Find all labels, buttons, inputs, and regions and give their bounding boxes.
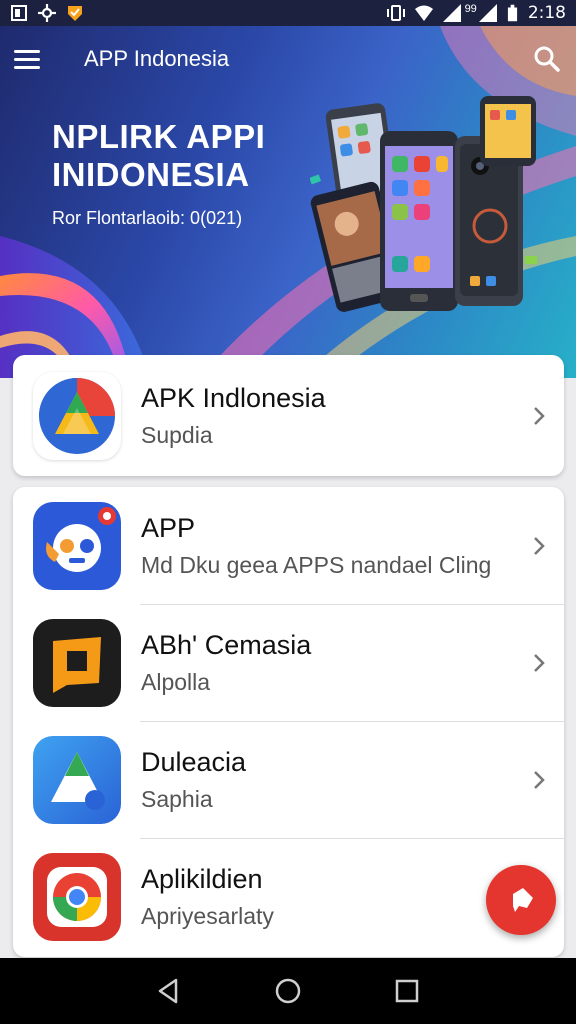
app-bar: APP Indonesia [0, 26, 576, 92]
app-subtitle-3: Saphia [141, 785, 213, 812]
recents-square-icon[interactable] [390, 974, 424, 1008]
app-title-1: APP [141, 512, 196, 543]
floating-action-button[interactable] [486, 865, 556, 935]
phones-illustration [310, 96, 537, 312]
orange-square-icon [33, 618, 121, 707]
shield-icon [68, 6, 82, 21]
status-right: 99 2:18 [386, 3, 566, 23]
app-subtitle-1: Md Dku geea APPS nandael Cling [141, 551, 492, 578]
vibrate-icon [386, 5, 405, 21]
hero-subtitle: Ror Flontarlaoib: 0(021) [52, 208, 243, 228]
wifi-icon [414, 5, 433, 21]
featured-app-subtitle: Supdia [141, 421, 213, 448]
app-text: APP Md Dku geea APPS nandael Cling [141, 487, 491, 604]
app-list-card: APP Md Dku geea APPS nandael Cling ABh' … [13, 487, 564, 957]
hero-title: NPLIRK APPI INIDONESIA [52, 118, 265, 195]
app-text: ABh' Cemasia Alpolla [141, 604, 311, 721]
app-text: Duleacia Saphia [141, 721, 246, 838]
system-nav-bar [0, 958, 576, 1024]
battery-icon [507, 4, 517, 22]
app-subtitle-2: Alpolla [141, 668, 211, 695]
app-list-row[interactable]: ABh' Cemasia Alpolla [13, 604, 564, 721]
blue-chat-bot-icon [33, 501, 121, 590]
blue-triangle-icon [33, 735, 121, 824]
pin-icon [513, 888, 533, 912]
app-text: Aplikildien Apriyesarlaty [141, 838, 274, 955]
hero-title-line2: INIDONESIA [52, 156, 250, 194]
chevron-right-icon [534, 406, 545, 425]
app-title-4: Aplikildien [141, 863, 263, 894]
app-list-row[interactable]: Aplikildien Apriyesarlaty [13, 838, 564, 955]
signal-icon [442, 4, 461, 22]
home-circle-icon[interactable] [271, 974, 305, 1008]
featured-app-card[interactable]: APK Indlonesia Supdia [13, 355, 564, 476]
app-title-3: Duleacia [141, 746, 247, 777]
hamburger-menu-icon[interactable] [14, 44, 44, 74]
notification-icon [11, 5, 27, 21]
chevron-right-icon [534, 653, 545, 672]
search-icon[interactable] [532, 44, 562, 74]
settings-icon [38, 4, 56, 22]
app-list-row[interactable]: Duleacia Saphia [13, 721, 564, 838]
featured-app-row[interactable]: APK Indlonesia Supdia [13, 355, 564, 476]
featured-app-title: APK Indlonesia [141, 382, 326, 413]
app-title-2: ABh' Cemasia [141, 629, 312, 660]
google-drive-style-icon [33, 371, 121, 460]
back-triangle-icon[interactable] [152, 974, 186, 1008]
network-label: 99 [464, 3, 477, 15]
hero-title-line1: NPLIRK APPI [52, 118, 266, 155]
app-subtitle-4: Apriyesarlaty [141, 902, 274, 929]
chevron-right-icon [534, 536, 545, 555]
signal-icon-2 [478, 4, 497, 22]
featured-app-text: APK Indlonesia Supdia [141, 355, 326, 476]
app-title: APP Indonesia [84, 46, 230, 71]
chrome-style-icon [33, 852, 121, 941]
clock: 2:18 [527, 3, 566, 23]
app-list-row[interactable]: APP Md Dku geea APPS nandael Cling [13, 487, 564, 604]
chevron-right-icon [534, 770, 545, 789]
status-left [10, 4, 84, 22]
status-bar: 99 2:18 [0, 0, 576, 26]
hero-banner: APP Indonesia NPLIRK APPI INIDONESIA Ror… [0, 26, 576, 378]
